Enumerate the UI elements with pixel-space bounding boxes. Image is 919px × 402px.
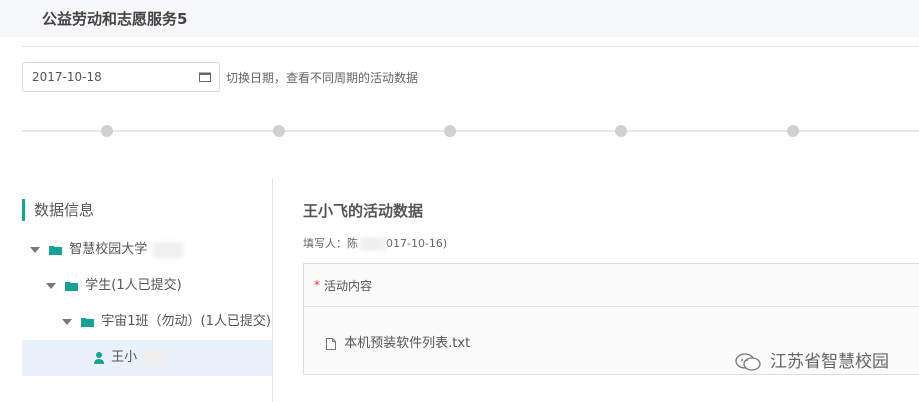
- user-icon: [94, 351, 104, 364]
- sidebar-title: 数据信息: [22, 199, 94, 221]
- folder-icon: [81, 317, 95, 327]
- watermark: 江苏省智慧校园: [734, 350, 889, 374]
- redaction-mask: [153, 241, 184, 258]
- date-hint: 切换日期，查看不同周期的活动数据: [226, 71, 419, 85]
- calendar-icon[interactable]: [199, 72, 211, 82]
- timeline-dot[interactable]: [615, 125, 627, 137]
- header-divider: [22, 46, 919, 47]
- caret-down-icon[interactable]: [46, 282, 56, 289]
- content-title: 王小飞的活动数据: [303, 202, 424, 220]
- tree-item-label: 学生(1人已提交): [85, 278, 182, 293]
- redaction-mask: [360, 237, 386, 251]
- redaction-mask: [143, 349, 168, 366]
- timeline-track: [22, 130, 919, 132]
- timeline-dot[interactable]: [101, 125, 113, 137]
- filler-suffix: 017-10-16): [386, 237, 448, 250]
- timeline-dot[interactable]: [444, 125, 456, 137]
- timeline-dot[interactable]: [273, 125, 285, 137]
- tree-item-campus[interactable]: 智慧校园大学: [30, 238, 184, 262]
- panel-header: * 活动内容: [304, 264, 919, 307]
- tree-item-label: 智慧校园大学: [69, 242, 148, 257]
- header-bar: 公益劳动和志愿服务5: [0, 0, 919, 37]
- filler-prefix: 填写人：陈: [303, 237, 358, 250]
- tree-item-students[interactable]: 学生(1人已提交): [46, 274, 182, 298]
- tree-item-label: 宇宙1班（勿动）(1人已提交): [101, 314, 271, 329]
- file-link[interactable]: 本机预装软件列表.txt: [326, 332, 470, 351]
- folder-icon: [49, 245, 63, 255]
- date-value: 2017-10-18: [32, 70, 102, 84]
- tree-item-label: 王小: [111, 350, 138, 365]
- caret-down-icon[interactable]: [62, 318, 72, 325]
- timeline-dot[interactable]: [787, 125, 799, 137]
- sidebar-divider: [272, 178, 273, 402]
- date-input[interactable]: 2017-10-18: [22, 62, 220, 92]
- filler-info: 填写人：陈 017-10-16): [303, 235, 447, 251]
- watermark-text: 江苏省智慧校园: [770, 352, 889, 372]
- tree-item-class[interactable]: 宇宙1班（勿动）(1人已提交): [62, 310, 271, 334]
- required-mark: *: [314, 278, 320, 292]
- tree-item-student[interactable]: 王小: [22, 340, 272, 376]
- caret-down-icon[interactable]: [30, 246, 40, 253]
- page-title: 公益劳动和志愿服务5: [42, 10, 188, 28]
- panel-label: 活动内容: [324, 279, 373, 293]
- file-icon: [326, 337, 336, 350]
- file-name: 本机预装软件列表.txt: [344, 336, 471, 351]
- wechat-icon: [734, 353, 761, 371]
- folder-icon: [65, 281, 79, 291]
